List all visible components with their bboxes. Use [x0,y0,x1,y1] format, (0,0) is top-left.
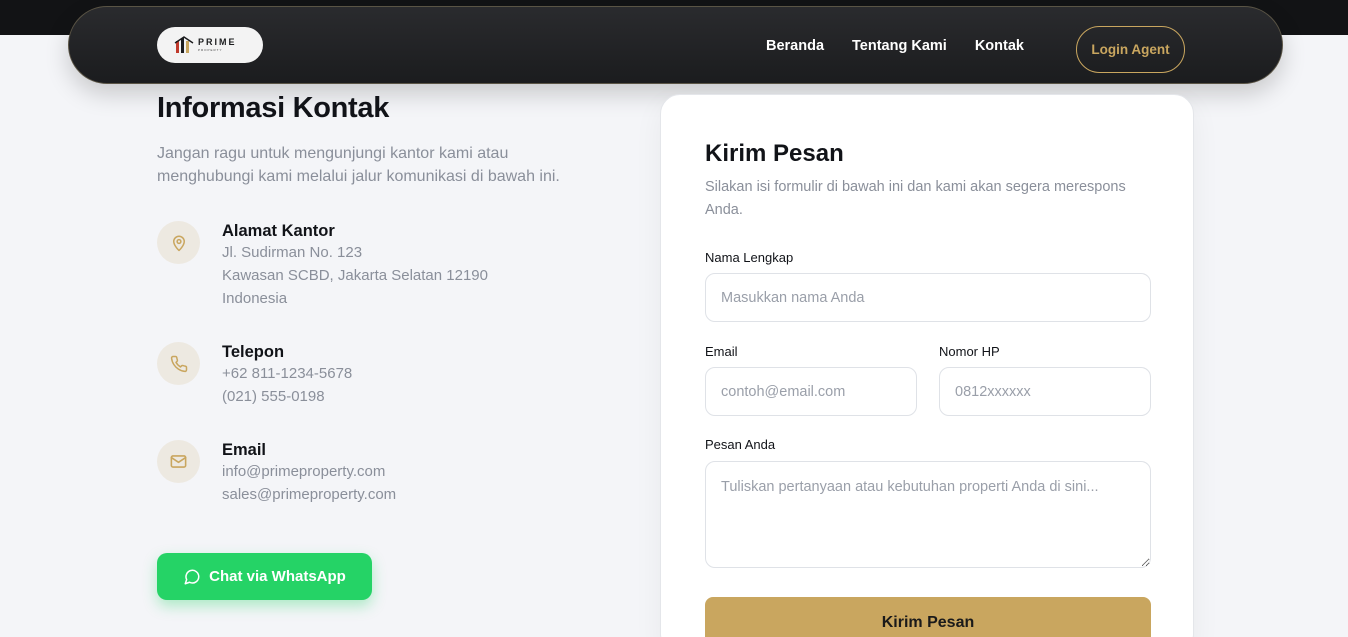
contact-form-card: Kirim Pesan Silakan isi formulir di bawa… [660,94,1194,637]
contact-address: Alamat Kantor Jl. Sudirman No. 123 Kawas… [157,221,488,310]
address-title: Alamat Kantor [222,222,335,240]
logo-mark-icon [174,36,194,53]
map-pin-icon [157,221,200,264]
logo-brand: PRIME [198,37,237,47]
contact-info-intro: Jangan ragu untuk mengunjungi kantor kam… [157,145,560,185]
nav-kontak[interactable]: Kontak [975,38,1024,54]
email-input[interactable] [705,367,917,416]
contact-info-section: Informasi Kontak Jangan ragu untuk mengu… [157,92,597,600]
phone-title: Telepon [222,343,285,361]
phone-icon [157,342,200,385]
email-line[interactable]: sales@primeproperty.com [222,483,396,506]
whatsapp-chat-label: Chat via WhatsApp [209,568,346,585]
login-agent-button[interactable]: Login Agent [1076,26,1185,73]
email-label: Email [705,344,738,359]
logo-text: PRIME PROPERTY [198,38,237,52]
logo[interactable]: PRIME PROPERTY [157,27,263,63]
navbar: PRIME PROPERTY Beranda Tentang Kami Kont… [68,6,1283,84]
nav-tentang-kami[interactable]: Tentang Kami [852,38,947,54]
submit-button[interactable]: Kirim Pesan [705,597,1151,637]
whatsapp-chat-button[interactable]: Chat via WhatsApp [157,553,372,600]
name-input[interactable] [705,273,1151,322]
name-label: Nama Lengkap [705,250,794,265]
address-line: Jl. Sudirman No. 123 [222,244,363,261]
email-title: Email [222,441,267,459]
address-line: Indonesia [222,290,288,307]
mail-icon [157,440,200,483]
nav-beranda[interactable]: Beranda [766,38,824,54]
whatsapp-chat-icon [184,569,200,584]
phone-input[interactable] [939,367,1151,416]
phone-line: (021) 555-0198 [222,388,325,405]
contact-phone: Telepon +62 811-1234-5678 (021) 555-0198 [157,342,352,408]
contact-info-title: Informasi Kontak [157,92,390,124]
phone-label: Nomor HP [939,344,1000,359]
message-label: Pesan Anda [705,437,776,452]
phone-line: +62 811-1234-5678 [222,365,353,382]
form-title: Kirim Pesan [705,140,844,167]
message-textarea[interactable] [705,461,1151,568]
logo-tagline: PROPERTY [198,48,223,52]
form-subtitle: Silakan isi formulir di bawah ini dan ka… [705,179,1126,218]
email-line[interactable]: info@primeproperty.com [222,460,396,483]
address-line: Kawasan SCBD, Jakarta Selatan 12190 [222,267,488,284]
main-nav: Beranda Tentang Kami Kontak [766,38,1052,54]
contact-email: Email info@primeproperty.com sales@prime… [157,440,396,506]
